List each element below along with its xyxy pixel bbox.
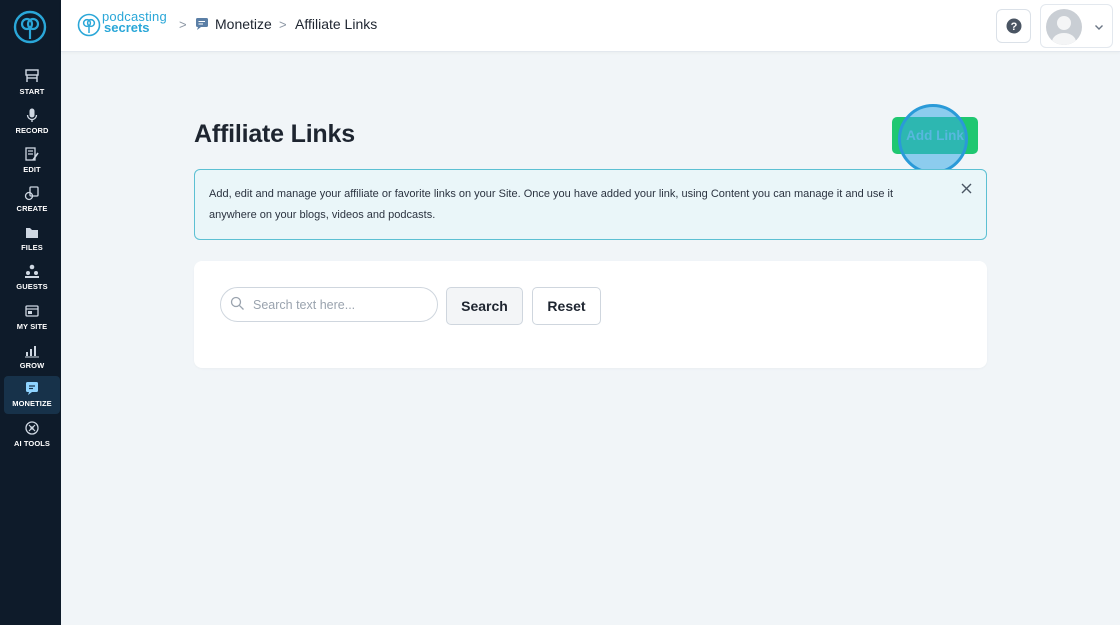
page-title: Affiliate Links: [194, 120, 355, 148]
breadcrumb-current: Affiliate Links: [295, 16, 378, 32]
guests-icon: [23, 262, 41, 280]
top-bar: podcasting secrets > Monetize > Affiliat…: [61, 0, 1120, 52]
brand-logo-icon: [77, 13, 101, 37]
chevron-down-icon: [1095, 25, 1103, 30]
breadcrumb-separator: >: [279, 17, 287, 32]
microphone-icon: [23, 106, 41, 124]
start-icon: [23, 67, 41, 85]
info-text: Add, edit and manage your affiliate or f…: [209, 188, 894, 221]
question-icon: ?: [1006, 18, 1021, 34]
edit-icon: [23, 145, 41, 163]
search-icon: [230, 296, 244, 310]
sidebar-item-label: EDIT: [23, 165, 41, 174]
info-banner: Add, edit and manage your affiliate or f…: [194, 169, 987, 240]
site-icon: [23, 302, 41, 320]
breadcrumb-section: Monetize: [215, 16, 272, 32]
create-icon: [23, 184, 41, 202]
sidebar-item-record[interactable]: RECORD: [4, 103, 60, 141]
sidebar-item-monetize[interactable]: MONETIZE: [4, 376, 60, 414]
sidebar-item-guests[interactable]: GUESTS: [4, 259, 60, 297]
sidebar-item-files[interactable]: FILES: [4, 220, 60, 258]
sidebar-item-label: CREATE: [16, 204, 48, 213]
sidebar-item-label: GROW: [19, 361, 45, 370]
reset-button[interactable]: Reset: [532, 287, 601, 325]
sidebar-item-edit[interactable]: EDIT: [4, 142, 60, 180]
sidebar-item-label: GUESTS: [16, 282, 48, 291]
monetize-icon: [196, 18, 208, 30]
breadcrumb-monetize[interactable]: Monetize: [195, 16, 272, 32]
sidebar-item-label: AI TOOLS: [13, 439, 51, 448]
brand-logo[interactable]: podcasting secrets: [77, 10, 173, 40]
monetize-icon: [23, 379, 41, 397]
search-input[interactable]: [220, 287, 438, 322]
sidebar-item-label: MONETIZE: [12, 399, 52, 408]
chart-icon: [23, 341, 41, 359]
sidebar-item-start[interactable]: START: [4, 64, 60, 102]
sidebar-item-ai-tools[interactable]: AI TOOLS: [4, 416, 60, 454]
add-link-button[interactable]: Add Link: [892, 117, 978, 154]
close-icon[interactable]: [960, 182, 973, 195]
sidebar-item-my-site[interactable]: MY SITE: [4, 299, 60, 337]
sidebar-item-label: RECORD: [15, 126, 49, 135]
app-logo-icon[interactable]: [12, 9, 48, 45]
help-button[interactable]: ?: [996, 9, 1031, 43]
sidebar-item-label: MY SITE: [16, 322, 48, 331]
svg-text:?: ?: [1010, 21, 1017, 33]
sidebar: START RECORD EDIT CREATE FILES GUESTS MY…: [0, 0, 61, 625]
search-button[interactable]: Search: [446, 287, 523, 325]
sidebar-item-create[interactable]: CREATE: [4, 181, 60, 219]
sidebar-item-label: FILES: [21, 243, 43, 252]
user-menu[interactable]: [1040, 4, 1113, 48]
breadcrumb-separator: >: [179, 17, 187, 32]
sidebar-item-grow[interactable]: GROW: [4, 338, 60, 376]
folder-icon: [23, 223, 41, 241]
ai-tools-icon: [23, 419, 41, 437]
sidebar-item-label: START: [19, 87, 45, 96]
avatar: [1046, 9, 1082, 45]
